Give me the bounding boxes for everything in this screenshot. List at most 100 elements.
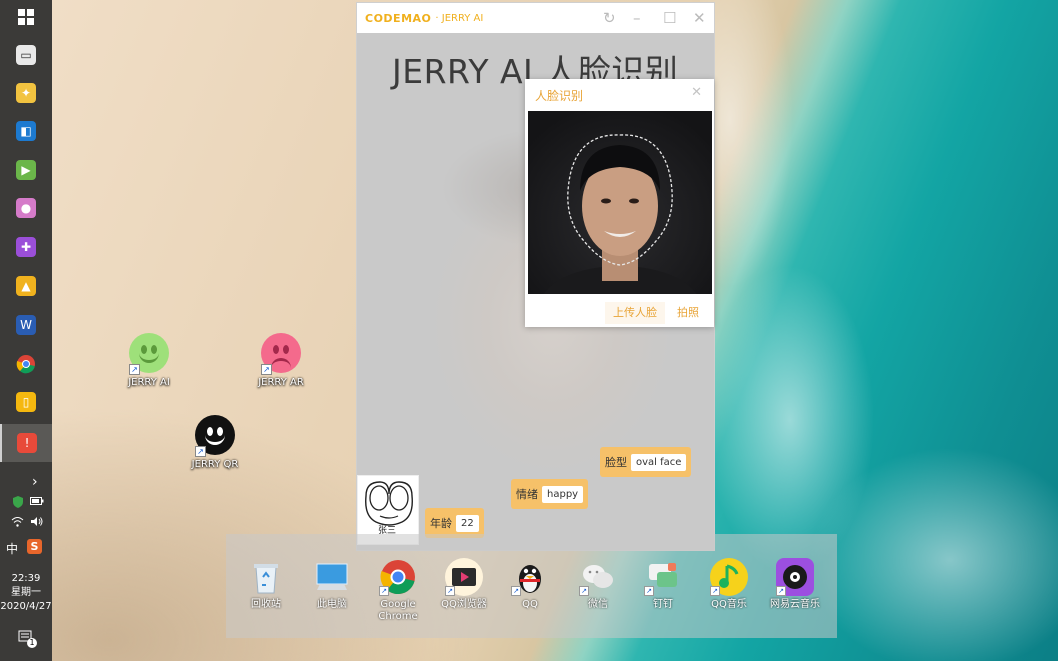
taskbar-app-photos[interactable]: ▲ — [0, 269, 52, 303]
window-titlebar[interactable]: CODEMAO · JERRY AI ↻ – ☐ ✕ — [357, 3, 714, 33]
volume-icon[interactable] — [30, 516, 44, 530]
dock-item-recycle-bin[interactable]: 回收站 — [234, 558, 298, 611]
dock-item-qq-browser[interactable]: ↗ QQ浏览器 — [432, 558, 496, 611]
dock-item-qq-music[interactable]: ↗ QQ音乐 — [697, 558, 761, 611]
take-photo-button[interactable]: 拍照 — [669, 302, 707, 324]
face-shape-label: 脸型 — [605, 456, 627, 469]
dock-item-netease-music[interactable]: ↗ 网易云音乐 — [763, 558, 827, 611]
start-button[interactable] — [0, 0, 52, 34]
window-subtitle: · JERRY AI — [435, 12, 484, 24]
shortcut-arrow-icon: ↗ — [261, 364, 272, 375]
emotion-value: happy — [542, 485, 584, 503]
chrome-icon: ↗ — [379, 558, 417, 596]
taskbar-app-notes[interactable]: ▯ — [0, 385, 52, 419]
word-icon: W — [16, 315, 36, 335]
dock-item-dingtalk[interactable]: ↗ 钉钉 — [631, 558, 695, 611]
desktop-icon-jerry-qr[interactable]: ↗ JERRY QR — [180, 415, 250, 470]
gamepad-icon: ✚ — [16, 237, 36, 257]
shortcut-arrow-icon: ↗ — [710, 586, 720, 596]
desktop-icon-jerry-ar[interactable]: ↗ JERRY AR — [246, 333, 316, 388]
dialog-close-icon[interactable]: ✕ — [691, 85, 702, 100]
video-icon: ▶ — [16, 160, 36, 180]
taskbar-app-game[interactable]: ✚ — [0, 230, 52, 264]
action-center-icon[interactable]: 1 — [18, 630, 37, 649]
face-shape-value: oval face — [631, 453, 687, 471]
dock-item-label: QQ — [522, 599, 538, 610]
window-icon: ◧ — [16, 121, 36, 141]
photos-icon: ▲ — [16, 276, 36, 296]
desktop-icon-label: JERRY AI — [128, 377, 170, 388]
shortcut-arrow-icon: ↗ — [129, 364, 140, 375]
dock-item-label: 微信 — [588, 599, 608, 610]
age-label: 年龄 — [430, 517, 452, 530]
taskbar-app-virtualbox[interactable]: ◧ — [0, 114, 52, 148]
taskbar-app-chrome[interactable] — [0, 347, 52, 381]
notification-count: 1 — [27, 638, 37, 648]
dock-item-label: 回收站 — [251, 599, 281, 610]
shortcut-arrow-icon: ↗ — [776, 586, 786, 596]
dock-item-label: 此电脑 — [317, 599, 347, 610]
dialog-title: 人脸识别 — [535, 89, 584, 103]
dock-item-label: Google Chrome — [378, 599, 418, 622]
taskbar-app-bee[interactable]: ✦ — [0, 76, 52, 110]
refresh-icon[interactable]: ↻ — [603, 10, 616, 26]
face-photo-drawing — [543, 134, 697, 294]
dock-item-wechat[interactable]: ↗ 微信 — [566, 558, 630, 611]
age-value: 22 — [456, 514, 479, 532]
battery-icon[interactable] — [30, 496, 44, 509]
shortcut-arrow-icon: ↗ — [445, 586, 455, 596]
clock-weekday[interactable]: 星期一 — [0, 586, 52, 600]
sogou-input-icon[interactable]: S — [27, 539, 42, 554]
desktop-icon-jerry-ai[interactable]: ↗ JERRY AI — [114, 333, 184, 388]
bee-icon: ✦ — [16, 83, 36, 103]
drive-icon: ▭ — [16, 45, 36, 65]
security-icon[interactable] — [12, 496, 24, 511]
dock-item-qq[interactable]: ↗ QQ — [498, 558, 562, 611]
dingtalk-icon: ↗ — [644, 558, 682, 596]
minimize-icon[interactable]: – — [633, 10, 641, 26]
sad-face-icon: ↗ — [261, 333, 301, 375]
face-recognition-dialog: 人脸识别 ✕ 上传人脸 拍照 — [525, 79, 714, 327]
close-icon[interactable]: ✕ — [693, 10, 706, 26]
clock-time[interactable]: 22:39 — [0, 572, 52, 586]
taskbar-app-video[interactable]: ▶ — [0, 153, 52, 187]
face-shape-tag: 脸型 oval face — [600, 447, 692, 477]
shortcut-arrow-icon: ↗ — [195, 446, 206, 457]
ime-indicator[interactable]: 中 — [6, 540, 18, 557]
dock-item-this-pc[interactable]: 此电脑 — [300, 558, 364, 611]
taskbar-app-codemao[interactable]: ! — [0, 424, 52, 462]
wechat-icon: ↗ — [579, 558, 617, 596]
taskbar-app-monster[interactable]: ● — [0, 191, 52, 225]
taskbar-app-drive[interactable]: ▭ — [0, 38, 52, 72]
upload-face-button[interactable]: 上传人脸 — [605, 302, 665, 324]
clock-date[interactable]: 2020/4/27 — [0, 600, 52, 614]
desktop-icon-label: JERRY QR — [191, 459, 239, 470]
maximize-icon[interactable]: ☐ — [663, 10, 676, 26]
dock-item-chrome[interactable]: ↗ Google Chrome — [366, 558, 430, 623]
recycle-bin-icon — [247, 558, 285, 596]
shortcut-arrow-icon: ↗ — [644, 586, 654, 596]
codemao-logo: CODEMAO — [365, 11, 432, 25]
taskbar-app-word[interactable]: W — [0, 308, 52, 342]
face-photo — [528, 111, 712, 294]
taskbar: ▭ ✦ ◧ ▶ ● ✚ ▲ W ▯ ! › 中 S 22:39 星期一 2020… — [0, 0, 52, 661]
windows-icon — [18, 9, 34, 25]
shortcut-arrow-icon: ↗ — [511, 586, 521, 596]
happy-face-icon: ↗ — [129, 333, 169, 375]
qq-music-icon: ↗ — [710, 558, 748, 596]
expand-tray-icon[interactable]: › — [32, 474, 38, 490]
netease-music-icon: ↗ — [776, 558, 814, 596]
wink-face-icon: ↗ — [195, 415, 235, 457]
wifi-icon[interactable] — [11, 516, 24, 530]
codemao-icon: ! — [17, 433, 37, 453]
dock-item-label: QQ音乐 — [711, 599, 747, 610]
dock-item-label: QQ浏览器 — [441, 599, 487, 610]
computer-icon — [313, 558, 351, 596]
notes-icon: ▯ — [16, 392, 36, 412]
shortcut-arrow-icon: ↗ — [379, 586, 389, 596]
shortcut-arrow-icon: ↗ — [579, 586, 589, 596]
emotion-tag: 情绪 happy — [511, 479, 589, 509]
dock-item-label: 网易云音乐 — [770, 599, 820, 610]
dock-item-label: 钉钉 — [653, 599, 673, 610]
emotion-label: 情绪 — [516, 488, 538, 501]
